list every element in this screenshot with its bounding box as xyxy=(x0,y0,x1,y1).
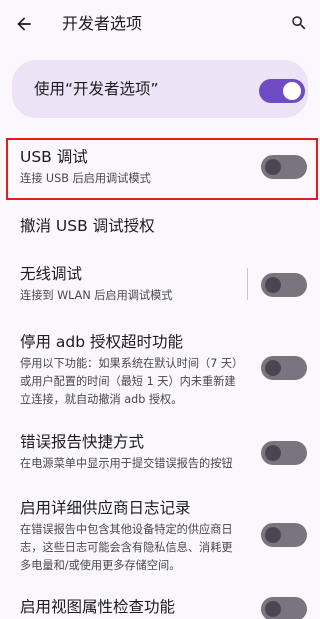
setting-verbose-vendor-logging[interactable]: 启用详细供应商日志记录 在错误报告中包含其他设备特定的供应商日志，这些日志可能会… xyxy=(20,497,242,575)
switch-thumb xyxy=(265,277,281,293)
setting-wireless-debugging[interactable]: 无线调试 连接到 WLAN 后启用调试模式 xyxy=(20,263,242,305)
vertical-divider xyxy=(247,268,248,300)
setting-subtitle: 停用以下功能：如果系统在默认时间（7 天）或用户配置的时间（最短 1 天）内未重… xyxy=(20,357,238,406)
top-app-bar: 开发者选项 xyxy=(0,0,320,48)
setting-title: 启用详细供应商日志记录 xyxy=(20,499,191,517)
view-attribute-inspection-switch[interactable] xyxy=(261,597,307,619)
search-icon[interactable] xyxy=(290,14,308,32)
setting-title: 启用视图属性检查功能 xyxy=(20,598,176,616)
disable-adb-timeout-switch[interactable] xyxy=(261,356,307,380)
bug-report-shortcut-switch[interactable] xyxy=(261,441,307,465)
switch-thumb xyxy=(265,445,281,461)
switch-thumb xyxy=(283,82,301,100)
setting-view-attribute-inspection[interactable]: 启用视图属性检查功能 xyxy=(20,596,242,618)
setting-title: 停用 adb 授权超时功能 xyxy=(20,333,184,351)
setting-title: 错误报告快捷方式 xyxy=(20,433,145,451)
setting-bug-report-shortcut[interactable]: 错误报告快捷方式 在电源菜单中显示用于提交错误报告的按钮 xyxy=(20,431,242,473)
arrow-left-icon[interactable] xyxy=(14,14,34,34)
setting-disable-adb-timeout[interactable]: 停用 adb 授权超时功能 停用以下功能：如果系统在默认时间（7 天）或用户配置… xyxy=(20,331,242,409)
switch-thumb xyxy=(265,360,281,376)
setting-title: 撤消 USB 调试授权 xyxy=(20,217,155,235)
switch-thumb xyxy=(265,159,281,175)
page-title: 开发者选项 xyxy=(62,14,143,33)
verbose-vendor-logging-switch[interactable] xyxy=(261,523,307,547)
setting-revoke-usb-auth[interactable]: 撤消 USB 调试授权 xyxy=(20,215,242,237)
master-switch[interactable] xyxy=(259,79,305,103)
setting-subtitle: 连接到 WLAN 后启用调试模式 xyxy=(20,289,173,302)
wireless-debugging-switch[interactable] xyxy=(261,273,307,297)
switch-thumb xyxy=(265,527,281,543)
setting-subtitle: 在错误报告中包含其他设备特定的供应商日志，这些日志可能会含有隐私信息、消耗更多电… xyxy=(20,523,233,572)
setting-title: USB 调试 xyxy=(20,148,88,166)
developer-options-master-toggle[interactable]: 使用“开发者选项” xyxy=(12,60,308,118)
switch-thumb xyxy=(265,601,281,617)
setting-title: 无线调试 xyxy=(20,265,83,283)
setting-usb-debugging[interactable]: USB 调试 连接 USB 后启用调试模式 xyxy=(20,146,242,188)
usb-debugging-switch[interactable] xyxy=(261,155,307,179)
master-toggle-label: 使用“开发者选项” xyxy=(34,80,159,98)
setting-subtitle: 在电源菜单中显示用于提交错误报告的按钮 xyxy=(20,457,233,470)
setting-subtitle: 连接 USB 后启用调试模式 xyxy=(20,172,151,185)
